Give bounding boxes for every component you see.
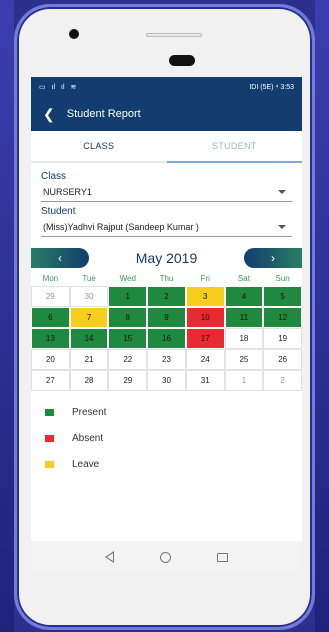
calendar-day[interactable]: 27 [31, 370, 70, 391]
class-value: NURSERY1 [43, 186, 92, 197]
calendar-day[interactable]: 10 [185, 307, 225, 328]
calendar-day[interactable]: 18 [224, 328, 264, 349]
calendar-day[interactable]: 29 [31, 286, 70, 307]
calendar-day[interactable]: 16 [147, 328, 186, 349]
leave-swatch [45, 460, 54, 468]
chevron-down-icon [278, 224, 286, 229]
calendar-day[interactable]: 12 [263, 307, 302, 328]
calendar-day[interactable]: 3 [185, 286, 225, 307]
calendar-day[interactable]: 24 [185, 349, 225, 370]
recents-icon[interactable] [217, 552, 228, 562]
tab-bar: CLASS STUDENT [31, 131, 302, 163]
calendar-day[interactable]: 29 [108, 370, 148, 391]
status-icons-left: ▭ ıl ıl ≋ [39, 83, 80, 91]
attendance-legend: Present Absent Leave [31, 391, 302, 485]
calendar-day[interactable]: 2 [263, 370, 302, 391]
calendar-day[interactable]: 23 [147, 349, 186, 370]
calendar-day[interactable]: 25 [224, 349, 264, 370]
status-right: IDI (5E) ⁴ 3:53 [249, 83, 294, 91]
status-bar: ▭ ıl ıl ≋ IDI (5E) ⁴ 3:53 [31, 77, 302, 97]
background-left [0, 0, 14, 632]
front-camera [69, 29, 79, 39]
present-swatch [45, 408, 54, 416]
phone-frame: ▭ ıl ıl ≋ IDI (5E) ⁴ 3:53 ❮ Student Repo… [14, 4, 315, 630]
previous-month-button[interactable]: ‹ [31, 248, 89, 268]
calendar-day[interactable]: 11 [224, 307, 264, 328]
calendar-day[interactable]: 4 [224, 286, 264, 307]
calendar-day[interactable]: 26 [263, 349, 302, 370]
calendar-day[interactable]: 22 [108, 349, 148, 370]
signal-icon: ıl [51, 84, 56, 91]
calendar-day[interactable]: 1 [224, 370, 264, 391]
background-right [315, 0, 329, 632]
weekday-label: Sun [275, 273, 290, 283]
calendar-day[interactable]: 20 [31, 349, 70, 370]
calendar-day[interactable]: 5 [263, 286, 302, 307]
page-title: Student Report [66, 108, 141, 120]
chevron-down-icon [278, 189, 286, 194]
calendar-day[interactable]: 28 [69, 370, 109, 391]
calendar-day[interactable]: 30 [147, 370, 186, 391]
signal-icon: ıl [61, 84, 65, 91]
calendar-day[interactable]: 21 [69, 349, 109, 370]
sensor-notch [169, 55, 195, 66]
weekday-label: Wed [119, 273, 136, 283]
calendar-day[interactable]: 17 [185, 328, 225, 349]
calendar-day[interactable]: 31 [185, 370, 225, 391]
calendar-day[interactable]: 13 [31, 328, 70, 349]
calendar-day[interactable]: 1 [108, 286, 148, 307]
calendar-day[interactable]: 15 [108, 328, 148, 349]
legend-item-absent: Absent [45, 425, 288, 451]
calendar-day[interactable]: 9 [147, 307, 186, 328]
month-title: May 2019 [135, 250, 198, 266]
weekday-label: Fri [200, 273, 210, 283]
legend-label: Absent [72, 432, 104, 444]
filter-form: Class NURSERY1 Student (Miss)Yadhvi Rajp… [31, 163, 302, 237]
calendar-day[interactable]: 14 [69, 328, 109, 349]
legend-item-leave: Leave [45, 451, 288, 477]
legend-item-present: Present [45, 399, 288, 425]
absent-swatch [45, 434, 54, 442]
student-value: (Miss)Yadhvi Rajput (Sandeep Kumar ) [43, 221, 199, 232]
calendar-day[interactable]: 30 [69, 286, 109, 307]
app-bar: ❮ Student Report [31, 97, 302, 131]
calendar-day[interactable]: 8 [108, 307, 148, 328]
weekday-header: Mon Tue Wed Thu Fri Sat Sun [31, 270, 302, 286]
back-icon[interactable] [105, 551, 114, 563]
next-month-button[interactable]: › [243, 248, 302, 268]
legend-label: Leave [72, 458, 100, 470]
earpiece-speaker [146, 33, 202, 37]
weekday-label: Sat [237, 273, 250, 283]
student-dropdown[interactable]: (Miss)Yadhvi Rajput (Sandeep Kumar ) [41, 217, 292, 237]
calendar-day[interactable]: 19 [263, 328, 302, 349]
arrow-left-icon[interactable]: ❮ [43, 107, 55, 121]
message-icon: ▭ [39, 84, 46, 91]
attendance-calendar: Mon Tue Wed Thu Fri Sat Sun 29 30 1 2 3 4 5 6 7 8… [31, 270, 302, 391]
calendar-day[interactable]: 2 [147, 286, 186, 307]
weekday-label: Mon [42, 273, 59, 283]
calendar-day[interactable]: 7 [69, 307, 109, 328]
system-navigation-bar [31, 541, 302, 573]
class-label: Class [41, 171, 67, 182]
class-dropdown[interactable]: NURSERY1 [41, 182, 292, 202]
calendar-day[interactable]: 6 [31, 307, 70, 328]
weekday-label: Thu [159, 273, 174, 283]
tab-class[interactable]: CLASS [31, 131, 167, 161]
month-navigation: ‹ May 2019 › [31, 246, 302, 270]
app-screen: ▭ ıl ıl ≋ IDI (5E) ⁴ 3:53 ❮ Student Repo… [31, 77, 302, 573]
calendar-grid: 29 30 1 2 3 4 5 6 7 8 9 10 11 12 13 14 15 16 17 18 19 20 21 22 2… [31, 286, 302, 391]
home-icon[interactable] [160, 551, 171, 563]
tab-student[interactable]: STUDENT [166, 131, 302, 163]
weekday-label: Tue [82, 273, 96, 283]
legend-label: Present [72, 406, 107, 418]
student-label: Student [41, 206, 76, 217]
wifi-icon: ≋ [70, 84, 77, 91]
